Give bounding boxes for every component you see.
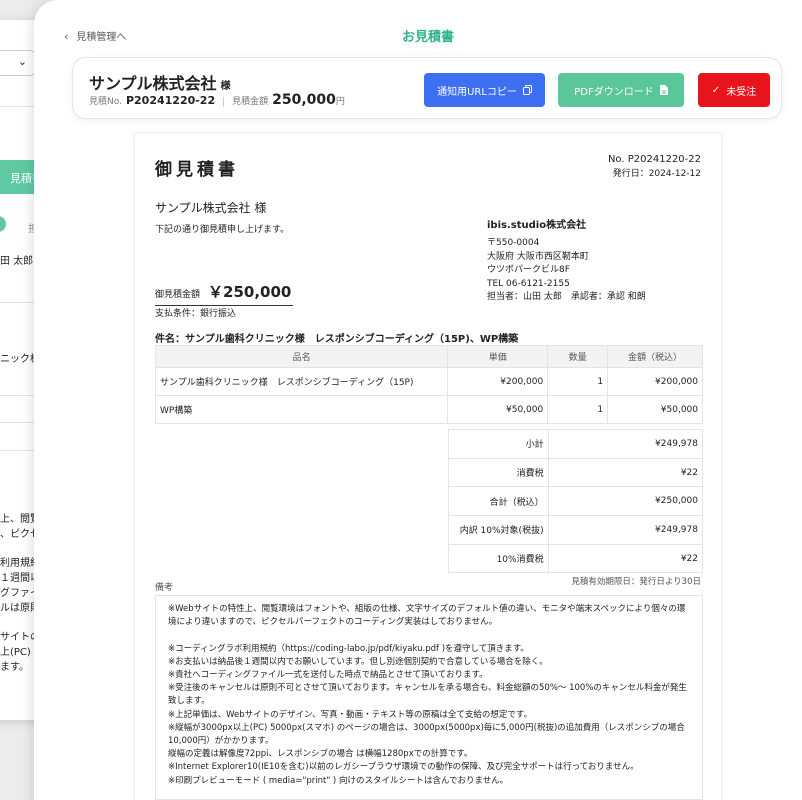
summary-card: サンプル株式会社様 見積No. P20241220-22 見積金額 250,000円 …	[72, 57, 782, 119]
company-name: サンプル株式会社様	[89, 70, 231, 94]
notes-label: 備考	[155, 583, 174, 593]
totals-row: 内訳 10%対象(税抜) ¥249,978	[448, 515, 704, 545]
honorific: 様	[220, 81, 231, 92]
document-title: 御見積書	[155, 160, 239, 180]
company-name-text: サンプル株式会社	[89, 74, 217, 93]
quote-amount-value: ￥250,000	[208, 283, 292, 301]
document-number-block: No. P20241220-22 発行日：2024-12-12	[608, 153, 701, 181]
issuer-address-2: ウツボパークビル8F	[487, 265, 570, 276]
note-line: 縦幅の定義は解像度72ppi、レスポンシブの場合 は横幅1280pxでの計算です…	[168, 749, 473, 760]
amount: ¥200,000	[607, 367, 703, 396]
amount: ¥50,000	[607, 395, 703, 424]
quote-document: 御見積書 No. P20241220-22 発行日：2024-12-12 サンプ…	[134, 132, 722, 800]
unit-price: ¥200,000	[447, 367, 549, 396]
quantity: 1	[547, 367, 609, 396]
totals-label: 10%消費税	[448, 543, 549, 574]
copy-icon	[522, 85, 532, 95]
note-line: ※お支払いは納品後１週間以内でお願いしています。但し別途個別契約で合意している場…	[168, 656, 548, 667]
subject: 件名：サンプル歯科クリニック様 レスポンシブコーディング（15P)、WP構築	[155, 334, 519, 345]
item-name: サンプル歯科クリニック様 レスポンシブコーディング（15P)	[154, 367, 449, 396]
column-header: 数量	[547, 345, 609, 368]
issuer-block: ibis.studio株式会社 〒550-0004 大阪府 大阪市西区靭本町 ウ…	[487, 219, 646, 304]
background-text: 田 太郎	[0, 256, 34, 267]
totals-value: ¥249,978	[547, 515, 704, 545]
issue-date: 発行日：2024-12-12	[612, 169, 701, 179]
amount-unit: 円	[335, 97, 345, 107]
quote-no-label: 見積No.	[89, 97, 122, 107]
note-line: ※印刷プレビューモード ( media="print" ) 向けのスタイルシート…	[168, 775, 509, 786]
recipient: サンプル株式会社 様	[155, 201, 267, 215]
note-line	[168, 629, 690, 642]
item-name: WP構築	[154, 395, 449, 424]
quote-no-value: P20241220-22	[125, 94, 216, 107]
totals-value: ¥22	[547, 543, 704, 574]
document-number: No. P20241220-22	[607, 154, 701, 165]
note-line: ※コーディングラボ利用規約（https://coding-labo.jp/pdf…	[168, 643, 529, 654]
issuer-address-1: 大阪府 大阪市西区靭本町	[487, 251, 589, 262]
column-header: 単価	[447, 345, 549, 368]
items-table: 品名 単価 数量 金額（税込） サンプル歯科クリニック様 レスポンシブコーディン…	[154, 345, 703, 424]
amount-label: 見積金額	[232, 97, 269, 107]
payment-terms: 支払条件：銀行振込	[155, 309, 237, 319]
column-header: 品名	[154, 345, 449, 368]
divider	[223, 96, 225, 107]
note-line: ※貴社へコーディングファイル一式を送付した時点で納品とさせて頂いております。	[168, 670, 488, 681]
background-select[interactable]: ⌄	[0, 50, 36, 76]
totals-value: ¥22	[547, 457, 704, 488]
totals-label: 小計	[448, 429, 549, 459]
table-row: WP構築 ¥50,000 1 ¥50,000	[154, 395, 703, 424]
totals-label: 合計（税込）	[448, 486, 549, 517]
totals-value: ¥249,978	[547, 429, 704, 459]
status-label: 未受注	[726, 86, 757, 98]
check-icon: ✓	[711, 84, 721, 96]
totals-table: 小計 ¥249,978 消費税 ¥22 合計（税込） ¥250,000 内訳 10%対…	[448, 429, 704, 574]
quote-panel: ‹ 見積管理へ お見積書 サンプル株式会社様 見積No. P20241220-22 見…	[34, 0, 802, 800]
issuer-name: ibis.studio株式会社	[487, 220, 587, 231]
page-title: お見積書	[401, 30, 454, 45]
notes-box: ※Webサイトの特性上、閲覧環境はフォントや、組版の仕様、文字サイズのデフォルト…	[155, 595, 703, 800]
summary-meta: 見積No. P20241220-22 見積金額 250,000円	[89, 92, 345, 108]
quote-amount: 御見積金額 ￥250,000	[155, 281, 293, 306]
table-row: サンプル歯科クリニック様 レスポンシブコーディング（15P) ¥200,000 …	[154, 367, 703, 396]
file-icon	[659, 85, 668, 95]
note-line: ※受注後のキャンセルは原則不可とさせて頂いております。キャンセルを承る場合も、料…	[168, 683, 687, 707]
validity-text: 見積有効期限日：発行日より30日	[571, 577, 701, 587]
pdf-download-button[interactable]: PDFダウンロード	[558, 73, 684, 107]
note-line: ※Webサイトの特性上、閲覧環境はフォントや、組版の仕様、文字サイズのデフォルト…	[168, 604, 686, 628]
status-button[interactable]: ✓ 未受注	[698, 73, 770, 107]
copy-url-label: 通知用URLコピー	[437, 86, 517, 98]
issuer-zip: 〒550-0004	[487, 238, 540, 249]
totals-label: 内訳 10%対象(税抜)	[448, 515, 549, 545]
note-line: ※上記単価は、Webサイトのデザイン、写真・動画・テキスト等の原稿は全て支給の想…	[168, 709, 533, 720]
copy-url-button[interactable]: 通知用URLコピー	[424, 73, 545, 107]
background-status-dot	[0, 216, 6, 232]
note-line: ※縦幅が3000px以上(PC) 5000px(スマホ) のページの場合は、30…	[168, 722, 685, 747]
issuer-tel: TEL 06-6121-2155	[487, 278, 570, 289]
amount-value: 250,000	[272, 92, 336, 108]
background-text: 上(PC)	[0, 647, 31, 658]
quote-amount-label: 御見積金額	[155, 290, 201, 300]
unit-price: ¥50,000	[447, 395, 549, 424]
totals-row: 10%消費税 ¥22	[448, 543, 704, 574]
pdf-download-label: PDFダウンロード	[574, 86, 654, 98]
totals-row: 小計 ¥249,978	[448, 429, 704, 459]
totals-row: 消費税 ¥22	[448, 457, 704, 488]
chevron-down-icon: ⌄	[17, 55, 27, 68]
intro-text: 下記の通り御見積申し上げます。	[155, 225, 290, 235]
totals-row: 合計（税込） ¥250,000	[448, 486, 704, 517]
issuer-staff: 担当者：山田 太郎 承認者：承認 和朗	[487, 292, 646, 303]
table-header-row: 品名 単価 数量 金額（税込）	[154, 345, 703, 368]
totals-value: ¥250,000	[547, 486, 704, 517]
totals-label: 消費税	[448, 457, 549, 488]
note-line: ※Internet Explorer10(IE10を含む)以前のレガシーブラウザ…	[168, 762, 639, 773]
background-text: ます。	[0, 662, 29, 673]
column-header: 金額（税込）	[607, 345, 703, 368]
quantity: 1	[547, 395, 609, 424]
